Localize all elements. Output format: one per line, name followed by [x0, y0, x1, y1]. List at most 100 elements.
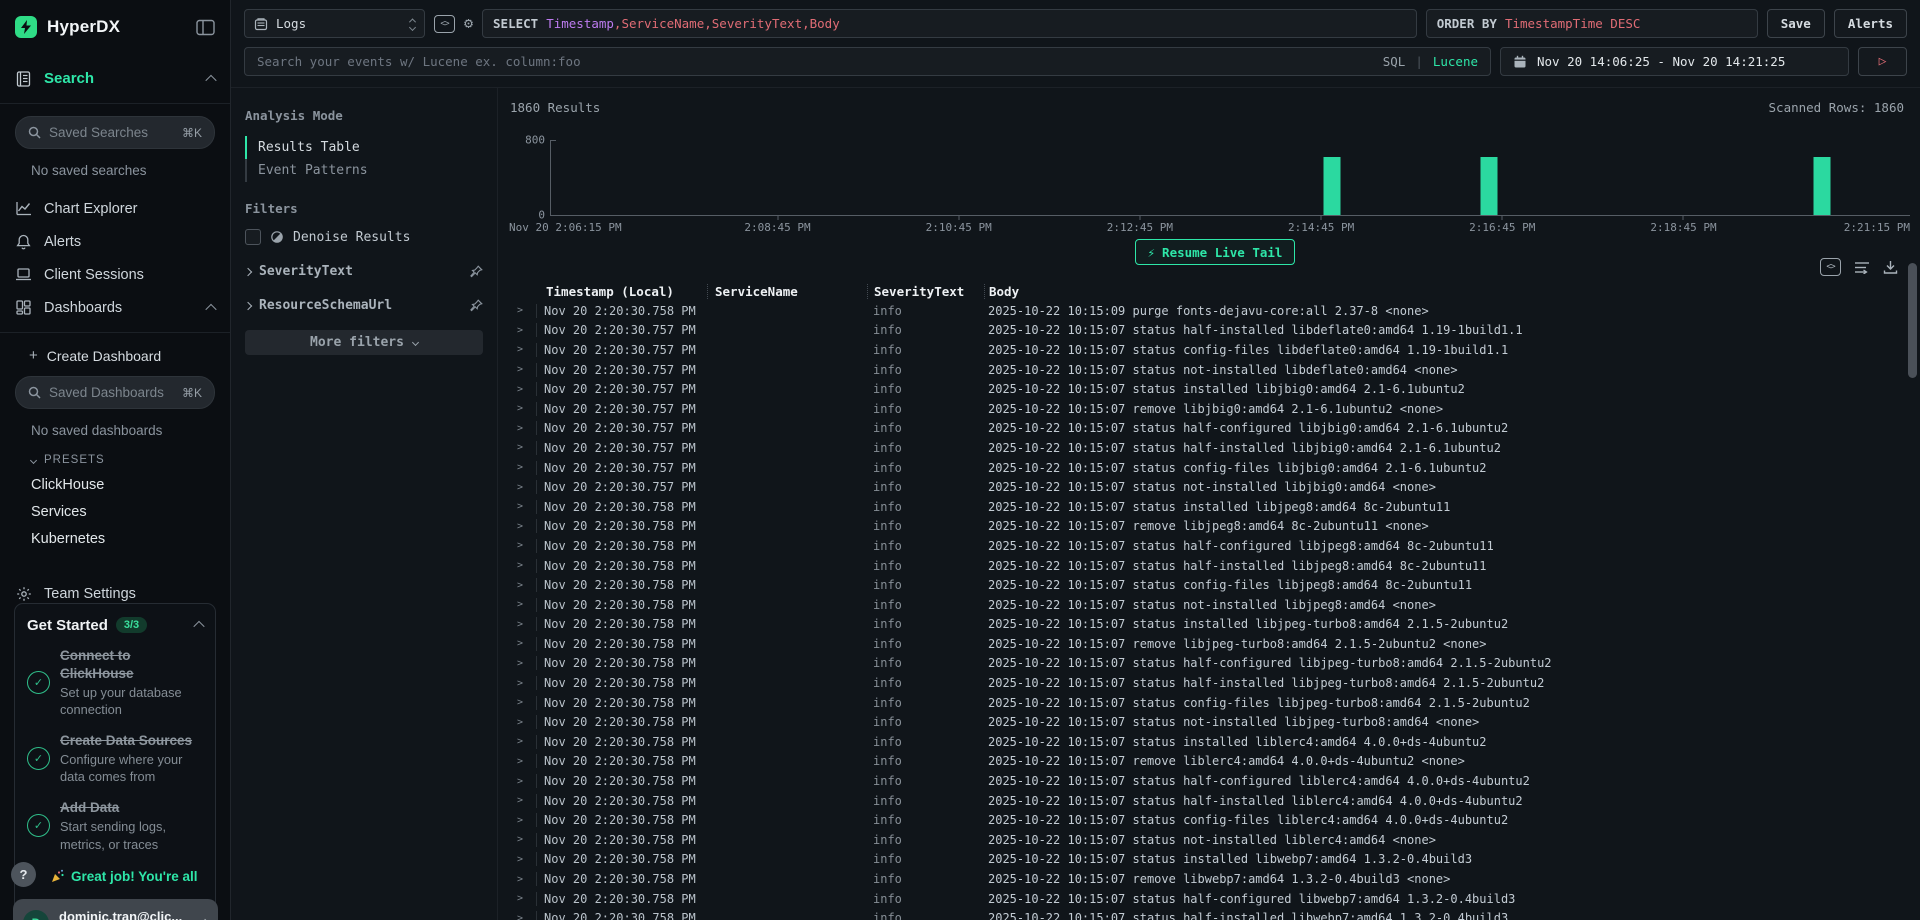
row-expand-icon[interactable]: > — [510, 795, 536, 806]
table-row[interactable]: > Nov 20 2:20:30.758 PM info 2025-10-22 … — [510, 771, 1920, 791]
presets-section-header[interactable]: PRESETS — [0, 438, 230, 466]
row-expand-icon[interactable]: > — [510, 776, 536, 787]
row-expand-icon[interactable]: > — [510, 325, 536, 336]
preset-services[interactable]: Services — [0, 493, 230, 520]
event-search-input[interactable]: Search your events w/ Lucene ex. column:… — [244, 47, 1491, 76]
resume-live-tail-button[interactable]: ⚡ Resume Live Tail — [1135, 239, 1296, 265]
table-row[interactable]: > Nov 20 2:20:30.758 PM info 2025-10-22 … — [510, 752, 1920, 772]
sidebar-item-search[interactable]: Search — [0, 62, 230, 95]
sidebar-item-chart-explorer[interactable]: Chart Explorer — [0, 192, 230, 225]
table-row[interactable]: > Nov 20 2:20:30.758 PM info 2025-10-22 … — [510, 634, 1920, 654]
table-row[interactable]: > Nov 20 2:20:30.757 PM info 2025-10-22 … — [510, 379, 1920, 399]
row-expand-icon[interactable]: > — [510, 501, 536, 512]
language-toggle-lucene[interactable]: Lucene — [1433, 54, 1478, 69]
sidebar-item-dashboards[interactable]: Dashboards — [0, 291, 230, 324]
row-expand-icon[interactable]: > — [510, 482, 536, 493]
alerts-button[interactable]: Alerts — [1834, 9, 1907, 38]
table-row[interactable]: > Nov 20 2:20:30.758 PM info 2025-10-22 … — [510, 301, 1920, 321]
preset-kubernetes[interactable]: Kubernetes — [0, 520, 230, 547]
row-expand-icon[interactable]: > — [510, 678, 536, 689]
table-row[interactable]: > Nov 20 2:20:30.757 PM info 2025-10-22 … — [510, 340, 1920, 360]
table-row[interactable]: > Nov 20 2:20:30.757 PM info 2025-10-22 … — [510, 399, 1920, 419]
settings-gear-button[interactable]: ⚙ — [464, 16, 473, 31]
source-select[interactable]: Logs — [244, 9, 425, 38]
table-row[interactable]: > Nov 20 2:20:30.758 PM info 2025-10-22 … — [510, 810, 1920, 830]
orderby-input[interactable]: ORDER BY TimestampTime DESC — [1426, 9, 1758, 38]
row-expand-icon[interactable]: > — [510, 442, 536, 453]
row-expand-icon[interactable]: > — [510, 305, 536, 316]
row-expand-icon[interactable]: > — [510, 580, 536, 591]
get-started-item[interactable]: ✓ Connect to ClickHouse Set up your data… — [27, 647, 203, 719]
scrollbar-thumb[interactable] — [1908, 263, 1917, 378]
pin-icon[interactable] — [470, 299, 483, 312]
more-filters-button[interactable]: More filters — [245, 330, 483, 355]
get-started-item[interactable]: ✓ Create Data Sources Configure where yo… — [27, 732, 203, 786]
table-row[interactable]: > Nov 20 2:20:30.757 PM info 2025-10-22 … — [510, 360, 1920, 380]
saved-searches-input[interactable]: Saved Searches ⌘K — [15, 116, 215, 149]
column-header-servicename[interactable]: ServiceName — [707, 284, 867, 299]
code-view-icon[interactable]: <> — [1820, 258, 1841, 276]
row-expand-icon[interactable]: > — [510, 344, 536, 355]
column-header-body[interactable]: Body — [984, 284, 1920, 299]
denoise-checkbox[interactable] — [245, 229, 261, 245]
histogram-bar[interactable] — [1324, 157, 1341, 215]
language-toggle-sql[interactable]: SQL — [1383, 54, 1406, 69]
row-expand-icon[interactable]: > — [510, 854, 536, 865]
row-expand-icon[interactable]: > — [510, 815, 536, 826]
table-row[interactable]: > Nov 20 2:20:30.758 PM info 2025-10-22 … — [510, 791, 1920, 811]
table-row[interactable]: > Nov 20 2:20:30.758 PM info 2025-10-22 … — [510, 615, 1920, 635]
row-expand-icon[interactable]: > — [510, 560, 536, 571]
table-row[interactable]: > Nov 20 2:20:30.757 PM info 2025-10-22 … — [510, 458, 1920, 478]
table-row[interactable]: > Nov 20 2:20:30.758 PM info 2025-10-22 … — [510, 869, 1920, 889]
column-header-severitytext[interactable]: SeverityText — [867, 284, 984, 299]
sidebar-collapse-icon[interactable] — [196, 19, 215, 36]
row-expand-icon[interactable]: > — [510, 540, 536, 551]
user-menu[interactable]: D dominic.tran@clic... dominic.tran@clic… — [13, 899, 218, 920]
download-icon[interactable] — [1883, 260, 1898, 275]
preset-clickhouse[interactable]: ClickHouse — [0, 466, 230, 493]
table-row[interactable]: > Nov 20 2:20:30.757 PM info 2025-10-22 … — [510, 321, 1920, 341]
column-header-timestamp[interactable]: Timestamp (Local) — [536, 284, 707, 299]
help-button[interactable]: ? — [11, 862, 36, 887]
save-button[interactable]: Save — [1767, 9, 1825, 38]
row-expand-icon[interactable]: > — [510, 736, 536, 747]
table-row[interactable]: > Nov 20 2:20:30.758 PM info 2025-10-22 … — [510, 693, 1920, 713]
row-expand-icon[interactable]: > — [510, 384, 536, 395]
results-histogram[interactable]: 8000Nov 20 2:06:15 PM2:08:45 PM2:10:45 P… — [510, 123, 1912, 229]
table-row[interactable]: > Nov 20 2:20:30.758 PM info 2025-10-22 … — [510, 908, 1920, 920]
row-expand-icon[interactable]: > — [510, 717, 536, 728]
select-query-input[interactable]: SELECT Timestamp,ServiceName,SeverityTex… — [482, 9, 1417, 38]
row-expand-icon[interactable]: > — [510, 913, 536, 920]
table-row[interactable]: > Nov 20 2:20:30.758 PM info 2025-10-22 … — [510, 850, 1920, 870]
mode-results-table[interactable]: Results Table — [245, 136, 483, 159]
table-row[interactable]: > Nov 20 2:20:30.758 PM info 2025-10-22 … — [510, 889, 1920, 909]
table-row[interactable]: > Nov 20 2:20:30.758 PM info 2025-10-22 … — [510, 517, 1920, 537]
row-expand-icon[interactable]: > — [510, 423, 536, 434]
row-expand-icon[interactable]: > — [510, 834, 536, 845]
filter-group-resourceschemaurl[interactable]: ResourceSchemaUrl — [245, 298, 483, 313]
denoise-results-toggle[interactable]: Denoise Results — [245, 229, 483, 245]
row-expand-icon[interactable]: > — [510, 599, 536, 610]
pin-icon[interactable] — [470, 265, 483, 278]
row-expand-icon[interactable]: > — [510, 893, 536, 904]
row-expand-icon[interactable]: > — [510, 756, 536, 767]
source-edit-button[interactable]: <> — [434, 15, 455, 33]
row-expand-icon[interactable]: > — [510, 462, 536, 473]
date-range-picker[interactable]: Nov 20 14:06:25 - Nov 20 14:21:25 — [1500, 47, 1849, 76]
table-row[interactable]: > Nov 20 2:20:30.758 PM info 2025-10-22 … — [510, 654, 1920, 674]
row-expand-icon[interactable]: > — [510, 697, 536, 708]
get-started-item[interactable]: ✓ Add Data Start sending logs, metrics, … — [27, 799, 203, 853]
table-row[interactable]: > Nov 20 2:20:30.758 PM info 2025-10-22 … — [510, 575, 1920, 595]
row-expand-icon[interactable]: > — [510, 403, 536, 414]
table-row[interactable]: > Nov 20 2:20:30.758 PM info 2025-10-22 … — [510, 830, 1920, 850]
row-expand-icon[interactable]: > — [510, 638, 536, 649]
sidebar-item-client-sessions[interactable]: Client Sessions — [0, 258, 230, 291]
table-row[interactable]: > Nov 20 2:20:30.758 PM info 2025-10-22 … — [510, 673, 1920, 693]
table-row[interactable]: > Nov 20 2:20:30.758 PM info 2025-10-22 … — [510, 732, 1920, 752]
saved-dashboards-input[interactable]: Saved Dashboards ⌘K — [15, 376, 215, 409]
row-expand-icon[interactable]: > — [510, 619, 536, 630]
mode-event-patterns[interactable]: Event Patterns — [245, 159, 483, 182]
sidebar-item-alerts[interactable]: Alerts — [0, 225, 230, 258]
histogram-bar[interactable] — [1480, 157, 1497, 215]
histogram-bar[interactable] — [1813, 157, 1830, 215]
